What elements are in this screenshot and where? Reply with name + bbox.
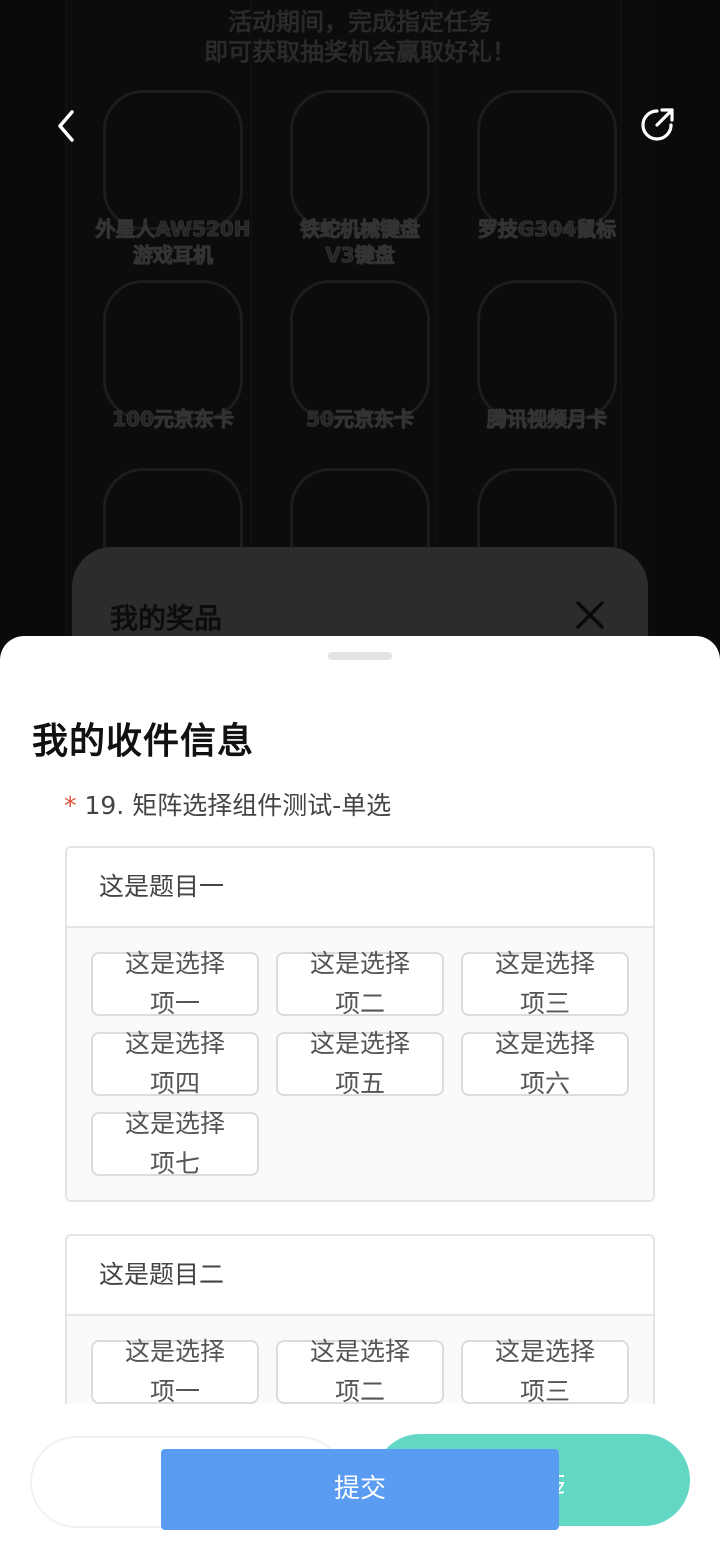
prize-item[interactable]: 100元京东卡 (98, 278, 248, 458)
matrix-option[interactable]: 这是选择项三 (461, 949, 629, 1018)
footer-bar: 我 去 提交 (0, 1404, 720, 1558)
drag-handle[interactable] (328, 652, 392, 660)
back-icon[interactable] (50, 108, 86, 144)
matrix-row-title: 这是题目一 (67, 848, 653, 928)
required-mark: * (64, 791, 77, 820)
matrix-option[interactable]: 这是选择项二 (276, 949, 444, 1018)
prize-item[interactable]: 腾讯视频月卡 (472, 278, 622, 458)
matrix-question-1: 这是题目一 这是选择项一 这是选择项二 这是选择项三 这是选择项四 这是选择项五… (65, 846, 655, 1202)
matrix-option[interactable]: 这是选择项二 (276, 1337, 444, 1404)
matrix-option[interactable]: 这是选择项四 (91, 1029, 259, 1098)
matrix-row-title: 这是题目二 (67, 1236, 653, 1316)
prize-name: 腾讯视频月卡 (487, 407, 608, 432)
matrix-question-2: 这是题目二 这是选择项一 这是选择项二 这是选择项三 (65, 1234, 655, 1404)
gift-card-icon (103, 280, 243, 420)
prize-name: 铁蛇机械键盘 V3键盘 (300, 217, 421, 268)
gift-card-icon (290, 280, 430, 420)
prize-item[interactable]: 铁蛇机械键盘 V3键盘 (285, 88, 435, 268)
matrix-option[interactable]: 这是选择项七 (91, 1109, 259, 1178)
keyboard-icon (290, 90, 430, 230)
matrix-option[interactable]: 这是选择项五 (276, 1029, 444, 1098)
video-card-icon (477, 280, 617, 420)
matrix-option[interactable]: 这是选择项一 (91, 949, 259, 1018)
submit-button[interactable]: 提交 (161, 1449, 559, 1530)
question-label: * 19. 矩阵选择组件测试-单选 (64, 786, 391, 822)
close-icon[interactable] (574, 599, 606, 631)
prize-item[interactable]: 50元京东卡 (285, 278, 435, 458)
matrix-option[interactable]: 这是选择项三 (461, 1337, 629, 1404)
prize-item[interactable]: 外星人AW520H 游戏耳机 (95, 88, 251, 268)
prize-name: 50元京东卡 (306, 407, 415, 432)
banner-line-2: 即可获取抽奖机会赢取好礼！ (204, 38, 516, 66)
question-text: 19. 矩阵选择组件测试-单选 (84, 791, 392, 820)
prize-item[interactable]: 罗技G304鼠标 (472, 88, 622, 268)
prize-name: 外星人AW520H 游戏耳机 (95, 217, 251, 268)
mouse-icon (477, 90, 617, 230)
prize-name: 100元京东卡 (112, 407, 235, 432)
sheet-title: 我的收件信息 (32, 721, 255, 762)
matrix-option[interactable]: 这是选择项一 (91, 1337, 259, 1404)
matrix-scroll-area[interactable]: 这是题目一 这是选择项一 这是选择项二 这是选择项三 这是选择项四 这是选择项五… (0, 836, 720, 1404)
dialog-title: 我的奖品 (110, 602, 223, 635)
share-icon[interactable] (638, 106, 676, 144)
headphones-icon (103, 90, 243, 230)
matrix-option[interactable]: 这是选择项六 (461, 1029, 629, 1098)
prize-name: 罗技G304鼠标 (477, 217, 617, 242)
